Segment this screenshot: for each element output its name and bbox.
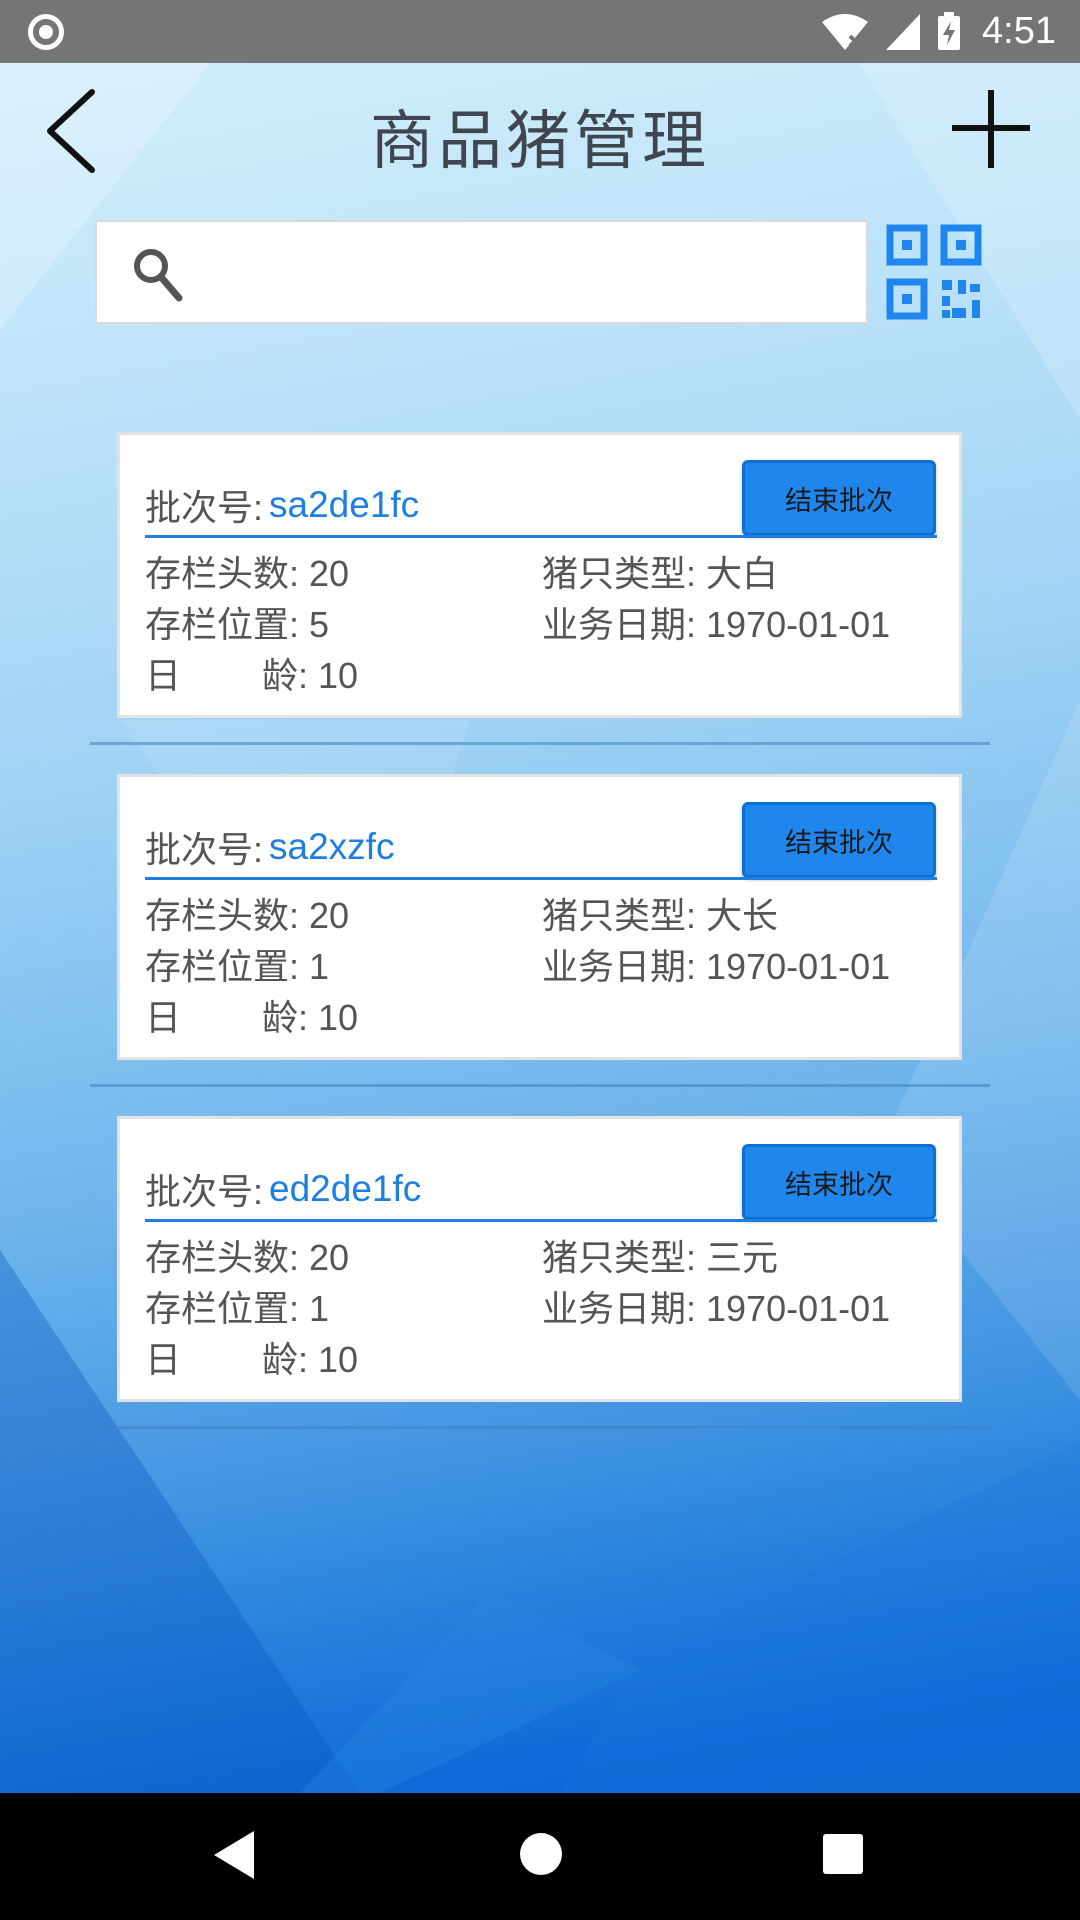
batch-label: 批次号: (145, 487, 264, 528)
batch-number[interactable]: sa2de1fc (269, 484, 419, 526)
stock-count: 存栏头数: 20 (145, 1237, 350, 1278)
batch-label: 批次号: (145, 1171, 264, 1212)
battery-charging-icon (938, 11, 961, 50)
plus-icon[interactable] (950, 88, 1032, 170)
age-label-first-char: 日 (145, 998, 182, 1039)
batch-row: 批次号: ed2de1fc (145, 1159, 421, 1219)
end-batch-button[interactable]: 结束批次 (742, 802, 936, 878)
batch-underline (145, 535, 937, 538)
card-divider (90, 1426, 990, 1429)
age-label-first-char: 日 (145, 1340, 182, 1381)
batch-label: 批次号: (145, 829, 264, 870)
business-date: 业务日期: 1970-01-01 (542, 1288, 891, 1329)
card-divider (90, 742, 990, 745)
batch-card[interactable]: 批次号: sa2de1fc 结束批次 存栏头数: 20 猪只类型: 大白 存栏位… (117, 432, 962, 718)
batch-row: 批次号: sa2xzfc (145, 817, 394, 877)
card-divider (90, 1084, 990, 1087)
batch-underline (145, 1219, 937, 1222)
end-batch-button[interactable]: 结束批次 (742, 1144, 936, 1220)
age-value: 龄: 10 (262, 655, 359, 696)
age-value: 龄: 10 (262, 997, 359, 1038)
notification-icon (28, 14, 64, 50)
nav-home-icon[interactable] (520, 1833, 562, 1875)
signal-icon (886, 13, 921, 50)
nav-back-icon[interactable] (212, 1829, 256, 1881)
qr-code-icon[interactable] (886, 224, 982, 320)
status-bar: 4:51 (0, 0, 1080, 63)
batch-underline (145, 877, 937, 880)
status-indicators: 4:51 (820, 0, 1056, 63)
end-batch-button[interactable]: 结束批次 (742, 460, 936, 536)
business-date: 业务日期: 1970-01-01 (542, 604, 891, 645)
nav-recents-icon[interactable] (823, 1834, 863, 1874)
search-icon (134, 249, 183, 302)
age-label-first-char: 日 (145, 656, 182, 697)
clock: 4:51 (982, 10, 1056, 52)
batch-number[interactable]: sa2xzfc (269, 826, 394, 868)
pig-type: 猪只类型: 大白 (542, 553, 779, 594)
stock-position: 存栏位置: 5 (145, 604, 330, 645)
age-value: 龄: 10 (262, 1339, 359, 1380)
stock-count: 存栏头数: 20 (145, 895, 350, 936)
business-date: 业务日期: 1970-01-01 (542, 946, 891, 987)
wifi-icon (822, 13, 869, 50)
stock-position: 存栏位置: 1 (145, 1288, 330, 1329)
batch-card[interactable]: 批次号: ed2de1fc 结束批次 存栏头数: 20 猪只类型: 三元 存栏位… (117, 1116, 962, 1402)
search-bar[interactable] (95, 220, 868, 324)
pig-type: 猪只类型: 大长 (542, 895, 779, 936)
stock-position: 存栏位置: 1 (145, 946, 330, 987)
pig-type: 猪只类型: 三元 (542, 1237, 779, 1278)
page-title: 商品猪管理 (370, 105, 710, 179)
stock-count: 存栏头数: 20 (145, 553, 350, 594)
batch-number[interactable]: ed2de1fc (269, 1168, 421, 1210)
navigation-bar (0, 1793, 1080, 1920)
search-input[interactable] (207, 222, 857, 322)
batch-card[interactable]: 批次号: sa2xzfc 结束批次 存栏头数: 20 猪只类型: 大长 存栏位置… (117, 774, 962, 1060)
batch-row: 批次号: sa2de1fc (145, 475, 419, 535)
